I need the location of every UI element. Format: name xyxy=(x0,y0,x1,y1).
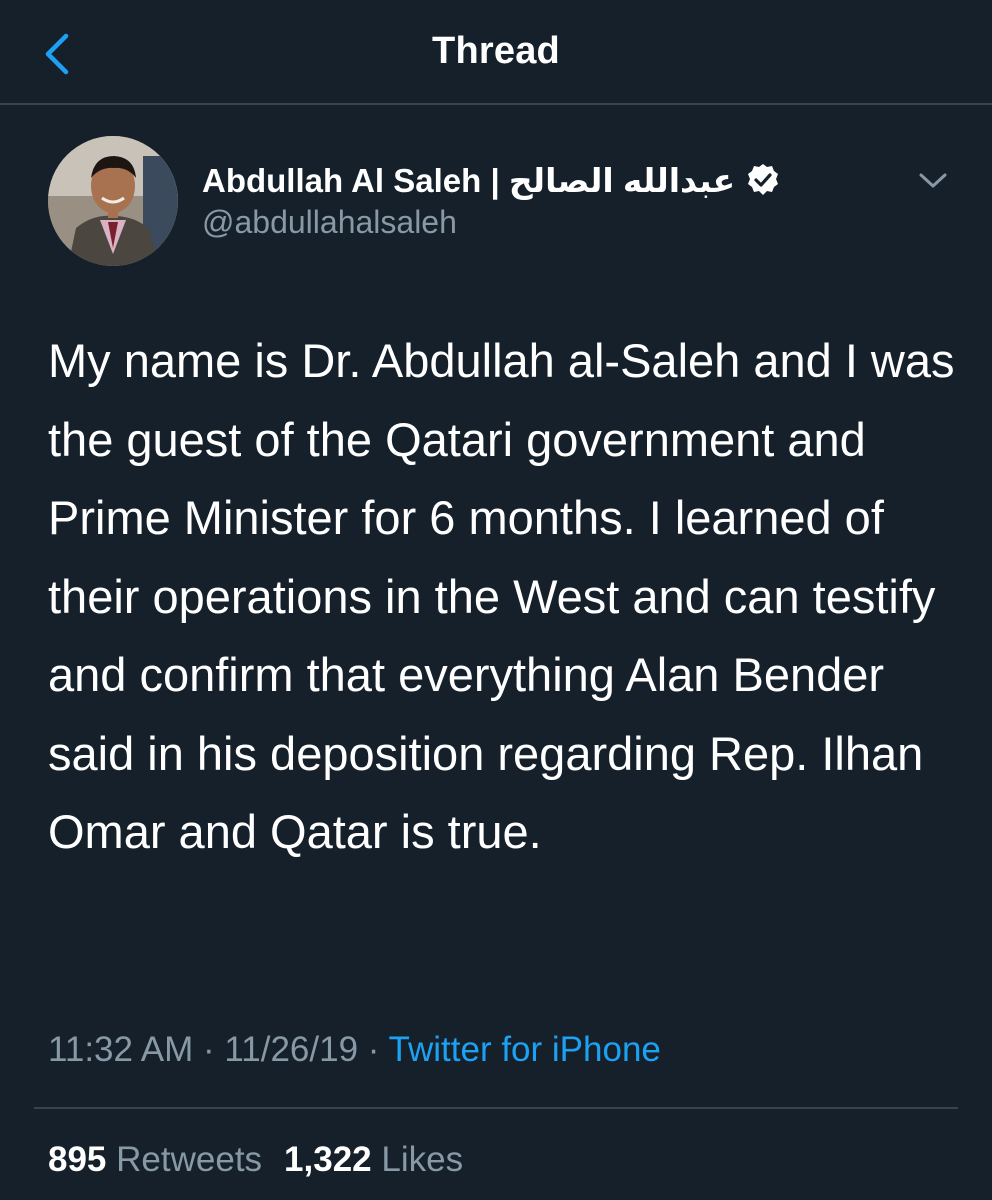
retweets-label: Retweets xyxy=(116,1140,263,1179)
author-handle[interactable]: @abdullahalsaleh xyxy=(202,204,457,241)
tweet-source-link[interactable]: Twitter for iPhone xyxy=(389,1030,661,1069)
retweets-stat[interactable]: 895 Retweets xyxy=(48,1140,262,1179)
more-options-button[interactable] xyxy=(912,162,954,198)
meta-separator: · xyxy=(193,1030,225,1069)
retweets-count: 895 xyxy=(48,1140,107,1179)
top-bar: Thread xyxy=(0,0,992,105)
divider xyxy=(34,1107,958,1109)
likes-count: 1,322 xyxy=(284,1140,372,1179)
tweet-date: 11/26/19 xyxy=(224,1030,359,1069)
tweet-time: 11:32 AM xyxy=(48,1030,194,1069)
likes-label: Likes xyxy=(381,1140,464,1179)
tweet-stats: 895 Retweets 1,322 Likes xyxy=(48,1140,485,1180)
author-name-row[interactable]: Abdullah Al Saleh | عبدالله الصالح xyxy=(202,156,781,204)
chevron-down-icon xyxy=(919,173,947,188)
likes-stat[interactable]: 1,322 Likes xyxy=(284,1140,463,1179)
tweet-meta: 11:32 AM · 11/26/19 · Twitter for iPhone xyxy=(48,1030,661,1070)
verified-badge-icon xyxy=(748,164,779,195)
tweet-text: My name is Dr. Abdullah al-Saleh and I w… xyxy=(48,334,955,858)
profile-photo xyxy=(48,136,178,266)
avatar[interactable] xyxy=(48,136,178,266)
page-title: Thread xyxy=(432,30,560,72)
meta-separator: · xyxy=(358,1030,389,1069)
author-name: Abdullah Al Saleh | عبدالله الصالح xyxy=(202,161,736,199)
